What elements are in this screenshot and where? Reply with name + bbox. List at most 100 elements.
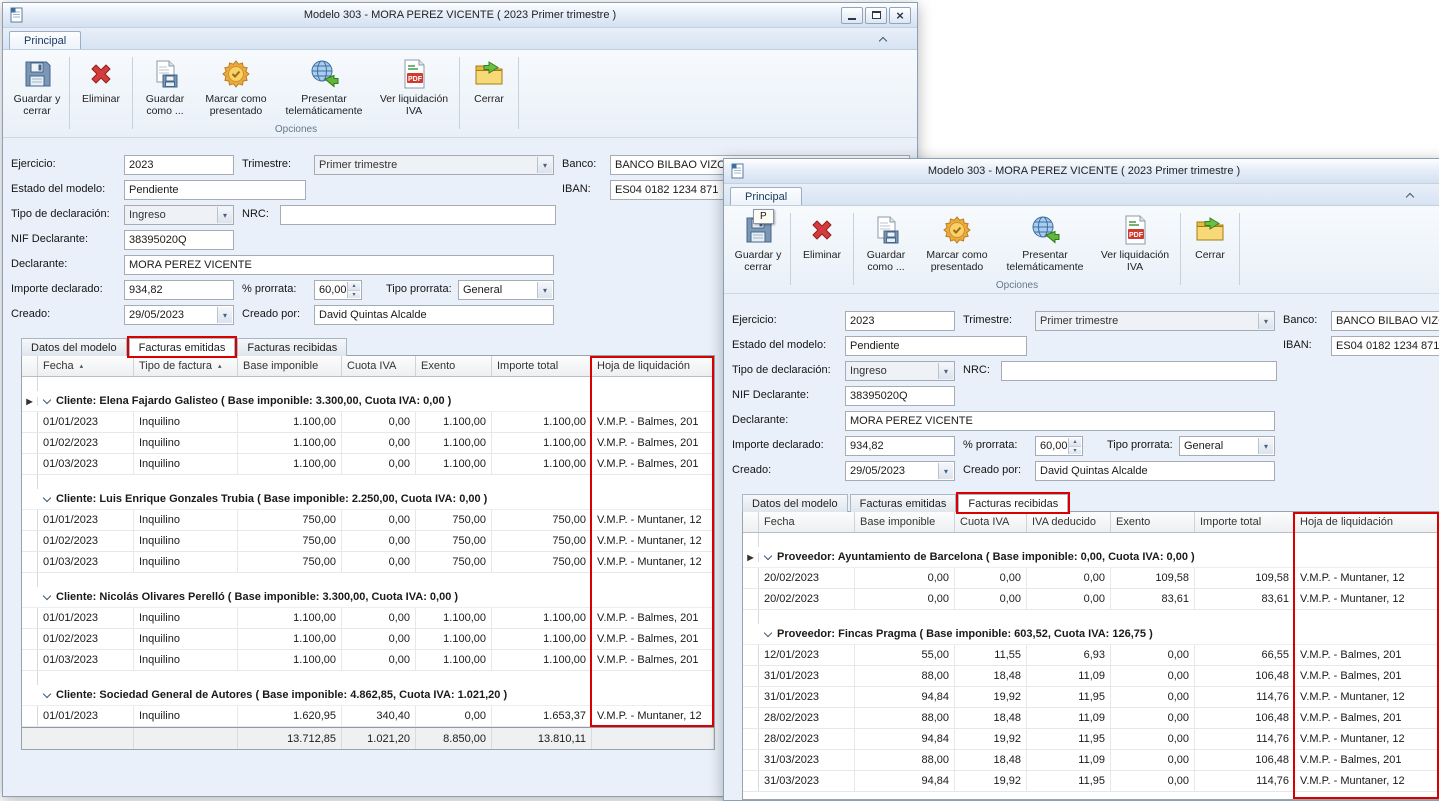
- chevron-down-icon[interactable]: ▾: [1258, 438, 1273, 454]
- tab-facturas-emitidas[interactable]: Facturas emitidas: [850, 494, 957, 512]
- creado-date-select[interactable]: 29/05/2023▾: [845, 461, 955, 481]
- sort-asc-icon[interactable]: ▴: [218, 362, 222, 370]
- collapse-group-icon[interactable]: [764, 629, 772, 637]
- table-row[interactable]: 28/02/202394,8419,9211,950,00114,76V.M.P…: [743, 729, 1439, 750]
- mark-presented-button[interactable]: Marcar como presentado: [916, 209, 998, 280]
- group-header[interactable]: Cliente: Sociedad General de Autores ( B…: [22, 685, 714, 706]
- table-row[interactable]: 01/01/2023Inquilino1.100,000,001.100,001…: [22, 608, 714, 629]
- spinner-arrows-icon[interactable]: ▴▾: [1068, 438, 1081, 454]
- ejercicio-input[interactable]: 2023: [124, 155, 234, 175]
- tipo-prorrata-select[interactable]: General▾: [458, 280, 554, 300]
- collapse-group-icon[interactable]: [43, 494, 51, 502]
- tab-facturas-emitidas[interactable]: Facturas emitidas: [129, 338, 236, 356]
- column-header-iva-deducido[interactable]: IVA deducido: [1027, 512, 1111, 532]
- trimestre-select[interactable]: Primer trimestre▾: [1035, 311, 1275, 331]
- declarante-input[interactable]: MORA PEREZ VICENTE: [124, 255, 554, 275]
- collapse-ribbon-button[interactable]: [875, 33, 891, 46]
- group-header[interactable]: ▶Cliente: Elena Fajardo Galisteo ( Base …: [22, 391, 714, 412]
- creado-date-select[interactable]: 29/05/2023▾: [124, 305, 234, 325]
- close-button[interactable]: Cerrar: [462, 53, 516, 137]
- column-header-exento[interactable]: Exento: [1111, 512, 1195, 532]
- save-close-button[interactable]: Guardar y cerrar: [7, 53, 67, 137]
- creado-por-input[interactable]: David Quintas Alcalde: [314, 305, 554, 325]
- tipo-declaracion-select[interactable]: Ingreso▾: [124, 205, 234, 225]
- column-header-fecha[interactable]: Fecha: [759, 512, 855, 532]
- nrc-input[interactable]: [280, 205, 556, 225]
- nif-input[interactable]: 38395020Q: [845, 386, 955, 406]
- collapse-group-icon[interactable]: [43, 592, 51, 600]
- chevron-down-icon[interactable]: ▾: [938, 463, 953, 479]
- mark-presented-button[interactable]: Marcar como presentado: [195, 53, 277, 124]
- tab-datos-del-modelo[interactable]: Datos del modelo: [742, 494, 848, 512]
- table-row[interactable]: 12/01/202355,0011,556,930,0066,55V.M.P. …: [743, 645, 1439, 666]
- column-header-importe-total[interactable]: Importe total: [1195, 512, 1295, 532]
- collapse-group-icon[interactable]: [43, 396, 51, 404]
- chevron-down-icon[interactable]: ▾: [1258, 313, 1273, 329]
- table-row[interactable]: 01/02/2023Inquilino1.100,000,001.100,001…: [22, 433, 714, 454]
- table-row[interactable]: 31/03/202394,8419,9211,950,00114,76V.M.P…: [743, 771, 1439, 792]
- group-header[interactable]: Proveedor: Fincas Pragma ( Base imponibl…: [743, 624, 1439, 645]
- chevron-down-icon[interactable]: ▾: [938, 363, 953, 379]
- save-as-button[interactable]: Guardar como ...: [135, 53, 195, 124]
- column-header-tipo-de-factura[interactable]: Tipo de factura▴: [134, 356, 238, 376]
- table-row[interactable]: 01/02/2023Inquilino750,000,00750,00750,0…: [22, 531, 714, 552]
- view-vat-button[interactable]: PDFVer liquidación IVA: [371, 53, 457, 124]
- delete-button[interactable]: Eliminar: [72, 53, 130, 137]
- importe-input[interactable]: 934,82: [845, 436, 955, 456]
- ejercicio-input[interactable]: 2023: [845, 311, 955, 331]
- table-row[interactable]: 01/03/2023Inquilino1.100,000,001.100,001…: [22, 454, 714, 475]
- table-row[interactable]: 31/01/202388,0018,4811,090,00106,48V.M.P…: [743, 666, 1439, 687]
- tab-datos-del-modelo[interactable]: Datos del modelo: [21, 338, 127, 356]
- column-header-exento[interactable]: Exento: [416, 356, 492, 376]
- prorrata-stepper[interactable]: 60,00▴▾: [314, 280, 362, 300]
- importe-input[interactable]: 934,82: [124, 280, 234, 300]
- close-window-button[interactable]: [889, 7, 911, 24]
- column-header-base-imponible[interactable]: Base imponible: [855, 512, 955, 532]
- table-row[interactable]: 20/02/20230,000,000,0083,6183,61V.M.P. -…: [743, 589, 1439, 610]
- titlebar[interactable]: Modelo 303 - MORA PEREZ VICENTE ( 2023 P…: [3, 3, 917, 28]
- creado-por-input[interactable]: David Quintas Alcalde: [1035, 461, 1275, 481]
- group-header[interactable]: Cliente: Luis Enrique Gonzales Trubia ( …: [22, 489, 714, 510]
- nif-input[interactable]: 38395020Q: [124, 230, 234, 250]
- column-header-hoja-de-liquidacion[interactable]: Hoja de liquidación: [1295, 512, 1439, 532]
- close-button[interactable]: Cerrar: [1183, 209, 1237, 293]
- group-header[interactable]: ▶Proveedor: Ayuntamiento de Barcelona ( …: [743, 547, 1439, 568]
- tipo-declaracion-select[interactable]: Ingreso▾: [845, 361, 955, 381]
- iban-input[interactable]: ES04 0182 1234 8712: [1331, 336, 1439, 356]
- column-header-base-imponible[interactable]: Base imponible: [238, 356, 342, 376]
- table-row[interactable]: 31/01/202394,8419,9211,950,00114,76V.M.P…: [743, 687, 1439, 708]
- declarante-input[interactable]: MORA PEREZ VICENTE: [845, 411, 1275, 431]
- estado-input[interactable]: Pendiente: [124, 180, 306, 200]
- table-row[interactable]: 01/01/2023Inquilino750,000,00750,00750,0…: [22, 510, 714, 531]
- table-row[interactable]: 01/02/2023Inquilino1.100,000,001.100,001…: [22, 629, 714, 650]
- column-header-fecha[interactable]: Fecha▴: [38, 356, 134, 376]
- spinner-arrows-icon[interactable]: ▴▾: [347, 282, 360, 298]
- delete-button[interactable]: Eliminar: [793, 209, 851, 293]
- maximize-button[interactable]: [865, 7, 887, 24]
- chevron-down-icon[interactable]: ▾: [537, 282, 552, 298]
- column-header-hoja-de-liquidacion[interactable]: Hoja de liquidación: [592, 356, 714, 376]
- chevron-down-icon[interactable]: ▾: [217, 207, 232, 223]
- tab-facturas-recibidas[interactable]: Facturas recibidas: [237, 338, 347, 356]
- column-header-cuota-iva[interactable]: Cuota IVA: [955, 512, 1027, 532]
- prorrata-stepper[interactable]: 60,00▴▾: [1035, 436, 1083, 456]
- table-row[interactable]: 01/03/2023Inquilino750,000,00750,00750,0…: [22, 552, 714, 573]
- nrc-input[interactable]: [1001, 361, 1277, 381]
- trimestre-select[interactable]: Primer trimestre▾: [314, 155, 554, 175]
- minimize-button[interactable]: [841, 7, 863, 24]
- ribbon-tab-principal[interactable]: Principal: [9, 31, 81, 49]
- column-header-importe-total[interactable]: Importe total: [492, 356, 592, 376]
- collapse-group-icon[interactable]: [43, 690, 51, 698]
- table-row[interactable]: 31/03/202388,0018,4811,090,00106,48V.M.P…: [743, 750, 1439, 771]
- titlebar[interactable]: Modelo 303 - MORA PEREZ VICENTE ( 2023 P…: [724, 159, 1439, 184]
- table-row[interactable]: 28/02/202388,0018,4811,090,00106,48V.M.P…: [743, 708, 1439, 729]
- banco-input[interactable]: BANCO BILBAO VIZCAY: [1331, 311, 1439, 331]
- collapse-group-icon[interactable]: [764, 552, 772, 560]
- tipo-prorrata-select[interactable]: General▾: [1179, 436, 1275, 456]
- column-header-cuota-iva[interactable]: Cuota IVA: [342, 356, 416, 376]
- collapse-ribbon-button[interactable]: [1402, 189, 1418, 202]
- chevron-down-icon[interactable]: ▾: [217, 307, 232, 323]
- present-online-button[interactable]: Presentar telemáticamente: [277, 53, 371, 124]
- table-row[interactable]: 20/02/20230,000,000,00109,58109,58V.M.P.…: [743, 568, 1439, 589]
- table-row[interactable]: 01/03/2023Inquilino1.100,000,001.100,001…: [22, 650, 714, 671]
